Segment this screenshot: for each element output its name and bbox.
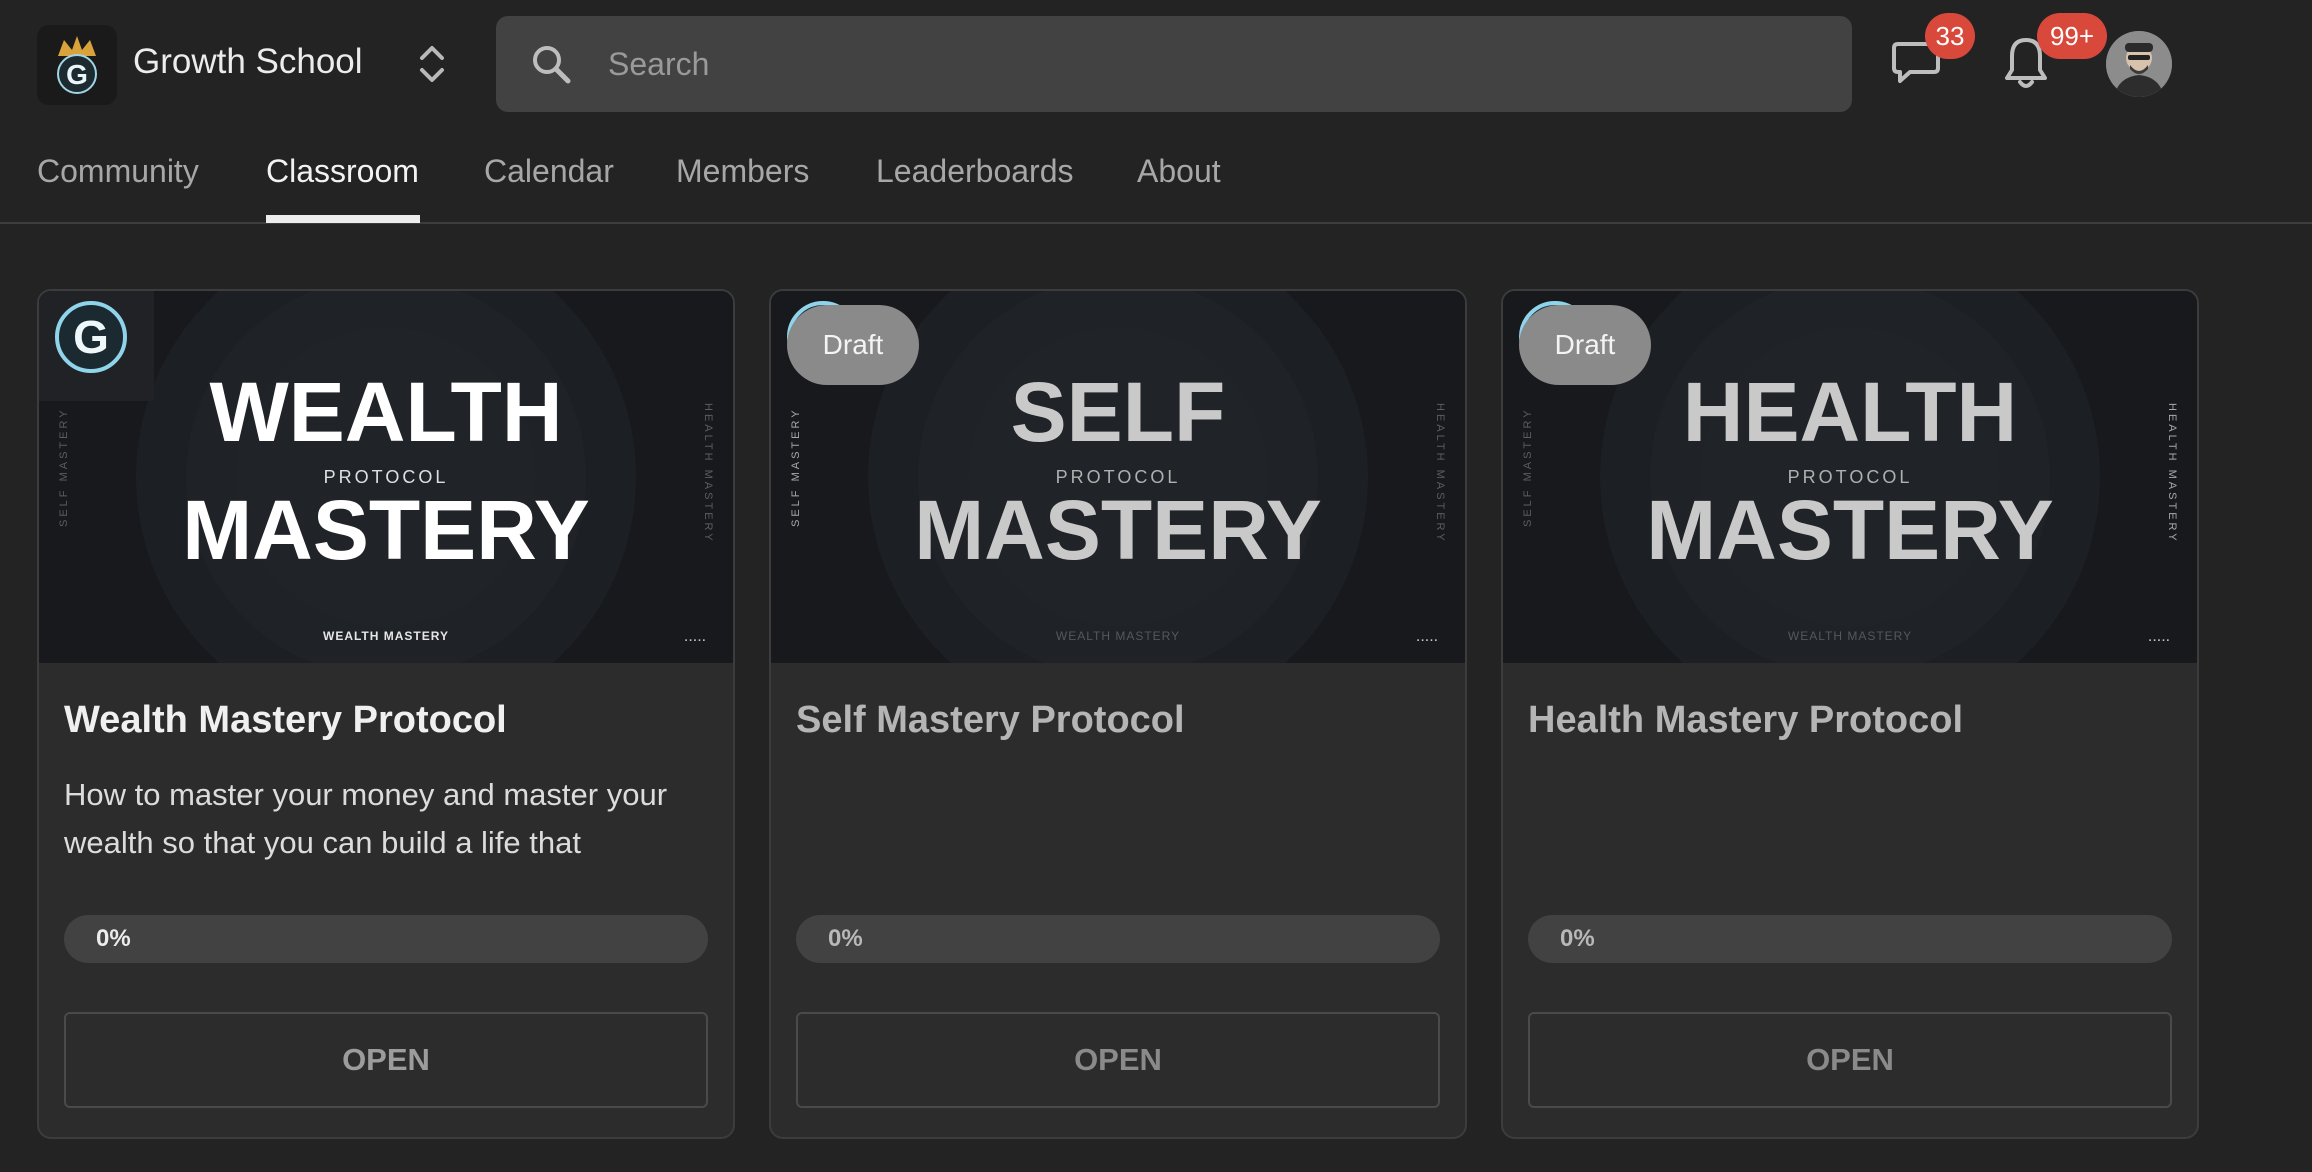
course-progress-bar: 0% <box>64 915 708 963</box>
course-progress-bar: 0% <box>796 915 1440 963</box>
open-course-button[interactable]: OPEN <box>1528 1012 2172 1108</box>
thumbnail-footer: WEALTH MASTERY <box>323 629 449 643</box>
search-bar[interactable] <box>496 16 1852 112</box>
draft-badge: Draft <box>787 305 919 385</box>
course-title[interactable]: Wealth Mastery Protocol <box>64 699 507 742</box>
group-switcher-chevrons-icon[interactable] <box>414 40 450 88</box>
course-thumbnail[interactable]: SELF PROTOCOL MASTERY WEALTH MASTERY SEL… <box>771 291 1465 663</box>
app-title[interactable]: Growth School <box>133 40 363 84</box>
course-thumbnail[interactable]: HEALTH PROTOCOL MASTERY WEALTH MASTERY S… <box>1503 291 2197 663</box>
thumbnail-headline2: MASTERY <box>914 483 1322 577</box>
search-icon <box>530 43 572 85</box>
chat-count-badge: 33 <box>1925 13 1975 59</box>
progress-label: 0% <box>828 925 863 952</box>
course-description: How to master your money and master your… <box>64 777 668 860</box>
thumbnail-headline: SELF <box>1011 365 1226 459</box>
crown-g-logo-icon: G <box>57 36 97 94</box>
progress-label: 0% <box>1560 925 1595 952</box>
thumbnail-headline2: MASTERY <box>1646 483 2054 577</box>
thumbnail-footer: WEALTH MASTERY <box>1788 629 1912 643</box>
progress-label: 0% <box>96 925 131 952</box>
thumbnail-headline: HEALTH <box>1683 365 2017 459</box>
notification-count-badge: 99+ <box>2037 13 2107 59</box>
svg-text:.....: ..... <box>684 628 706 645</box>
open-course-button[interactable]: OPEN <box>64 1012 708 1108</box>
nav-tabs: Community Classroom Calendar Members Lea… <box>0 125 2312 224</box>
group-logo[interactable]: G <box>37 25 117 105</box>
search-input[interactable] <box>608 38 1808 90</box>
course-title[interactable]: Health Mastery Protocol <box>1528 699 1963 742</box>
course-card[interactable]: SELF PROTOCOL MASTERY WEALTH MASTERY SEL… <box>769 289 1467 1139</box>
tab-members[interactable]: Members <box>676 147 809 195</box>
thumbnail-side-left: SELF MASTERY <box>58 407 70 527</box>
tab-classroom[interactable]: Classroom <box>266 147 419 195</box>
course-progress-bar: 0% <box>1528 915 2172 963</box>
tab-community[interactable]: Community <box>37 147 199 195</box>
active-tab-indicator <box>266 215 420 223</box>
draft-badge: Draft <box>1519 305 1651 385</box>
course-cover-image: G WEALTH PROTOCOL MASTERY WEALTH MASTERY… <box>39 291 733 663</box>
thumbnail-side-right: HEALTH MASTERY <box>1434 403 1446 544</box>
thumbnail-footer: WEALTH MASTERY <box>1056 629 1180 643</box>
open-course-button[interactable]: OPEN <box>796 1012 1440 1108</box>
logo-letter: G <box>73 311 109 363</box>
thumbnail-side-right: HEALTH MASTERY <box>702 403 714 544</box>
tab-about[interactable]: About <box>1137 147 1221 195</box>
thumbnail-side-right: HEALTH MASTERY <box>2166 403 2178 544</box>
svg-text:.....: ..... <box>2148 628 2170 645</box>
thumbnail-headline: WEALTH <box>209 365 562 459</box>
tab-leaderboards[interactable]: Leaderboards <box>876 147 1073 195</box>
course-title[interactable]: Self Mastery Protocol <box>796 699 1185 742</box>
tab-calendar[interactable]: Calendar <box>484 147 614 195</box>
thumbnail-side-left: SELF MASTERY <box>1522 407 1534 527</box>
user-avatar[interactable] <box>2106 31 2172 97</box>
top-bar: G Growth School 33 99+ <box>0 0 2312 125</box>
svg-text:G: G <box>66 59 88 90</box>
course-thumbnail[interactable]: G WEALTH PROTOCOL MASTERY WEALTH MASTERY… <box>39 291 733 663</box>
course-card[interactable]: G WEALTH PROTOCOL MASTERY WEALTH MASTERY… <box>37 289 735 1139</box>
course-card[interactable]: HEALTH PROTOCOL MASTERY WEALTH MASTERY S… <box>1501 289 2199 1139</box>
thumbnail-headline2: MASTERY <box>182 483 590 577</box>
avatar-photo-icon <box>2106 31 2172 97</box>
svg-text:.....: ..... <box>1416 628 1438 645</box>
thumbnail-side-left: SELF MASTERY <box>790 407 802 527</box>
